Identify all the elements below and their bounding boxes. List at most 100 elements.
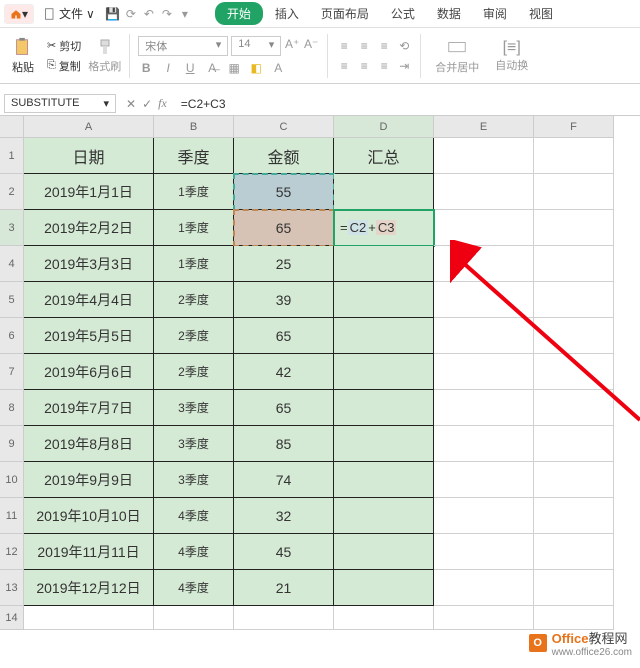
cell[interactable] (434, 462, 534, 498)
row-header[interactable]: 13 (0, 570, 24, 606)
cell[interactable]: 3季度 (154, 426, 234, 462)
cell[interactable]: 季度 (154, 138, 234, 174)
row-header[interactable]: 3 (0, 210, 24, 246)
cell[interactable]: 65 (234, 318, 334, 354)
cell[interactable] (434, 426, 534, 462)
cell[interactable] (534, 174, 614, 210)
cell[interactable]: 日期 (24, 138, 154, 174)
cell[interactable] (434, 354, 534, 390)
cell[interactable]: 25 (234, 246, 334, 282)
cell[interactable] (434, 318, 534, 354)
row-header[interactable]: 7 (0, 354, 24, 390)
cell[interactable] (534, 606, 614, 630)
decrease-font-icon[interactable]: A⁻ (303, 36, 319, 52)
merge-button[interactable]: 合并居中 (429, 37, 485, 75)
name-box[interactable]: SUBSTITUTE▾ (4, 94, 116, 113)
cell[interactable] (534, 210, 614, 246)
save-icon[interactable]: 💾 (105, 6, 121, 22)
cell[interactable]: 2季度 (154, 318, 234, 354)
cell[interactable]: 21 (234, 570, 334, 606)
cell[interactable]: 2019年4月4日 (24, 282, 154, 318)
cell[interactable] (334, 174, 434, 210)
align-top-icon[interactable]: ≡ (336, 38, 352, 54)
select-all-corner[interactable] (0, 116, 24, 138)
cell[interactable] (534, 462, 614, 498)
file-menu[interactable]: 文件∨ (36, 3, 103, 24)
fill-icon[interactable]: ◧ (248, 60, 264, 76)
cell[interactable] (534, 318, 614, 354)
cell[interactable] (534, 138, 614, 174)
cell[interactable] (334, 570, 434, 606)
cell[interactable] (154, 606, 234, 630)
tab-view[interactable]: 视图 (519, 1, 563, 26)
cell[interactable]: 汇总 (334, 138, 434, 174)
cell[interactable]: 4季度 (154, 498, 234, 534)
cell[interactable] (434, 246, 534, 282)
cell[interactable]: 2019年3月3日 (24, 246, 154, 282)
align-left-icon[interactable]: ≡ (336, 58, 352, 74)
fx-icon[interactable]: fx (158, 96, 167, 111)
cell[interactable] (434, 390, 534, 426)
cell[interactable]: 2019年5月5日 (24, 318, 154, 354)
underline-icon[interactable]: U (182, 60, 198, 76)
cell[interactable] (434, 282, 534, 318)
copy-button[interactable]: ⎘复制 (44, 57, 84, 75)
cell[interactable] (334, 390, 434, 426)
border-icon[interactable]: ▦ (226, 60, 242, 76)
tab-review[interactable]: 审阅 (473, 1, 517, 26)
cell[interactable] (434, 138, 534, 174)
row-header[interactable]: 6 (0, 318, 24, 354)
cell[interactable] (534, 390, 614, 426)
cell[interactable]: 32 (234, 498, 334, 534)
cell[interactable] (334, 498, 434, 534)
cell[interactable]: 2019年6月6日 (24, 354, 154, 390)
cell[interactable]: 1季度 (154, 246, 234, 282)
cell[interactable]: 2019年2月2日 (24, 210, 154, 246)
cell[interactable]: 2019年11月11日 (24, 534, 154, 570)
format-brush[interactable]: 格式刷 (88, 38, 121, 74)
col-header[interactable]: A (24, 116, 154, 138)
cell[interactable]: 45 (234, 534, 334, 570)
cell[interactable] (434, 498, 534, 534)
home-icon-button[interactable]: ▾ (4, 4, 34, 24)
font-select[interactable]: 宋体▾ (138, 36, 228, 56)
dropdown-icon[interactable]: ▾ (177, 6, 193, 22)
align-mid-icon[interactable]: ≡ (356, 38, 372, 54)
tab-formula[interactable]: 公式 (381, 1, 425, 26)
cell[interactable]: 1季度 (154, 210, 234, 246)
undo-icon[interactable]: ↶ (141, 6, 157, 22)
cell[interactable] (334, 462, 434, 498)
cell[interactable] (234, 606, 334, 630)
cell[interactable]: 2019年12月12日 (24, 570, 154, 606)
cell[interactable] (534, 570, 614, 606)
size-select[interactable]: 14▾ (231, 36, 281, 56)
cut-button[interactable]: ✂剪切 (44, 37, 84, 55)
cell[interactable]: 2019年7月7日 (24, 390, 154, 426)
cell[interactable] (334, 354, 434, 390)
align-right-icon[interactable]: ≡ (376, 58, 392, 74)
align-bot-icon[interactable]: ≡ (376, 38, 392, 54)
cell[interactable] (334, 318, 434, 354)
cell[interactable]: 4季度 (154, 570, 234, 606)
cell[interactable]: 42 (234, 354, 334, 390)
cell[interactable] (334, 426, 434, 462)
cell[interactable]: 2019年1月1日 (24, 174, 154, 210)
cell[interactable] (434, 174, 534, 210)
col-header[interactable]: B (154, 116, 234, 138)
cell[interactable] (534, 426, 614, 462)
row-header[interactable]: 8 (0, 390, 24, 426)
cell[interactable] (434, 534, 534, 570)
row-header[interactable]: 5 (0, 282, 24, 318)
cell[interactable] (434, 210, 534, 246)
cell[interactable] (334, 282, 434, 318)
increase-font-icon[interactable]: A⁺ (284, 36, 300, 52)
bold-icon[interactable]: B (138, 60, 154, 76)
cell[interactable] (534, 498, 614, 534)
strike-icon[interactable]: A̶ (204, 60, 220, 76)
cell[interactable]: 4季度 (154, 534, 234, 570)
italic-icon[interactable]: I (160, 60, 176, 76)
cell[interactable] (534, 534, 614, 570)
cell-c3[interactable]: 65 (234, 210, 334, 246)
cell[interactable] (534, 246, 614, 282)
row-header[interactable]: 9 (0, 426, 24, 462)
